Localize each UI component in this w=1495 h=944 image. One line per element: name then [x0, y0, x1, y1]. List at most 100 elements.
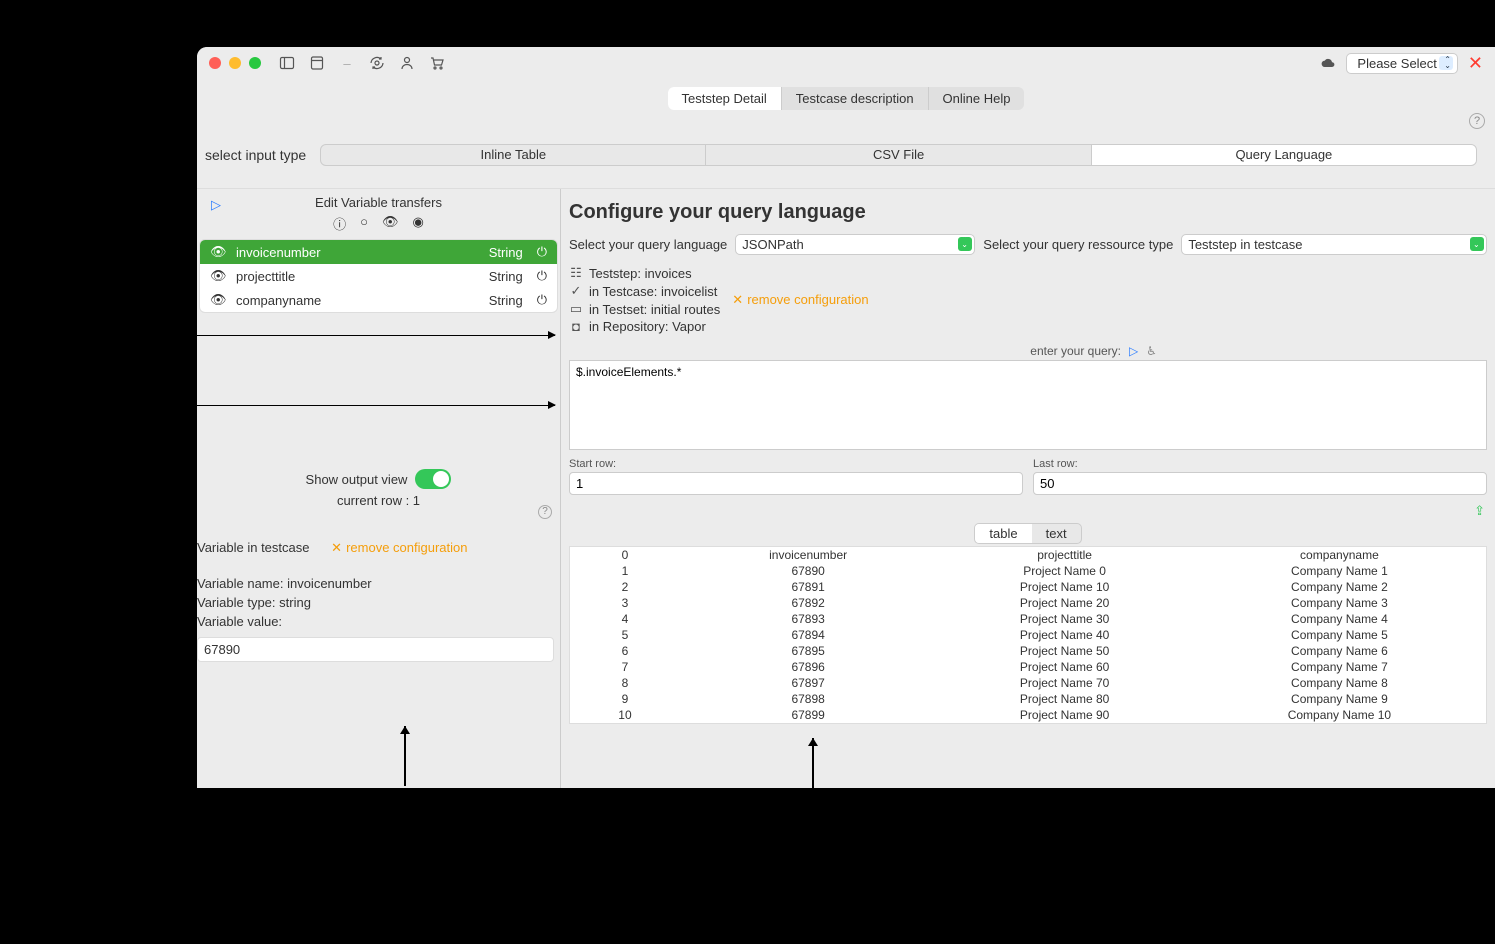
tab-online-help[interactable]: Online Help: [929, 87, 1025, 110]
table-cell: 67894: [680, 627, 936, 643]
table-cell: Company Name 7: [1193, 659, 1486, 675]
table-header: companyname: [1193, 547, 1486, 563]
main-split: ▷ Edit Variable transfers ⓘ ○ 👁 ◉ 👁 invo…: [197, 188, 1495, 788]
top-tabs: Teststep Detail Testcase description Onl…: [197, 79, 1495, 118]
annotation-arrow: [404, 726, 406, 786]
titlebar-select[interactable]: Please Select ⌃⌄: [1346, 53, 1458, 74]
table-cell: Company Name 6: [1193, 643, 1486, 659]
table-row[interactable]: 1067899Project Name 90Company Name 10: [570, 707, 1486, 723]
table-cell: Company Name 5: [1193, 627, 1486, 643]
variable-row-companyname[interactable]: 👁 companyname String ⏻: [200, 288, 557, 312]
table-cell: 67898: [680, 691, 936, 707]
help-icon[interactable]: ?: [538, 505, 552, 519]
input-type-segmented: Inline Table CSV File Query Language: [320, 144, 1477, 166]
query-language-select[interactable]: JSONPath: [735, 234, 975, 255]
sidebar-icon[interactable]: [279, 55, 295, 71]
table-row[interactable]: 467893Project Name 30Company Name 4: [570, 611, 1486, 627]
close-icon[interactable]: ✕: [1468, 53, 1483, 74]
remove-configuration-link[interactable]: ✕remove configuration: [732, 292, 868, 307]
variable-name: companyname: [236, 293, 479, 308]
variable-name-line: Variable name: invoicenumber: [197, 574, 554, 593]
table-cell: 67895: [680, 643, 936, 659]
context-testcase: in Testcase: invoicelist: [589, 284, 717, 299]
table-row[interactable]: 967898Project Name 80Company Name 9: [570, 691, 1486, 707]
remove-configuration-link[interactable]: ✕remove configuration: [331, 540, 467, 555]
table-row[interactable]: 767896Project Name 60Company Name 7: [570, 659, 1486, 675]
resource-type-value: Teststep in testcase: [1188, 237, 1302, 252]
tab-teststep-detail[interactable]: Teststep Detail: [668, 87, 782, 110]
circle-icon[interactable]: ○: [360, 214, 368, 233]
current-row-label: current row : 1: [337, 493, 420, 508]
table-cell: Company Name 9: [1193, 691, 1486, 707]
run-query-icon[interactable]: ▷: [1129, 344, 1138, 358]
sync-icon[interactable]: [369, 55, 385, 71]
play-icon[interactable]: ▷: [211, 197, 221, 213]
titlebar-select-label: Please Select: [1357, 56, 1437, 71]
table-cell: 67896: [680, 659, 936, 675]
table-cell: Company Name 1: [1193, 563, 1486, 579]
variable-name: invoicenumber: [236, 245, 479, 260]
export-icon[interactable]: ⇪: [569, 503, 1487, 519]
eye-icon[interactable]: 👁: [382, 214, 399, 233]
input-type-label: select input type: [205, 147, 312, 163]
table-cell: 67893: [680, 611, 936, 627]
start-row-input[interactable]: [569, 472, 1023, 495]
table-cell: Company Name 3: [1193, 595, 1486, 611]
zoom-button[interactable]: [249, 57, 261, 69]
accessibility-icon[interactable]: ♿︎: [1146, 344, 1157, 358]
variable-in-testcase-label: Variable in testcase: [197, 540, 310, 555]
table-cell: 8: [570, 675, 680, 691]
variable-row-projecttitle[interactable]: 👁 projecttitle String ⏻: [200, 264, 557, 288]
power-icon[interactable]: ⏻: [537, 292, 547, 308]
help-icon[interactable]: ?: [1469, 113, 1485, 129]
table-cell: Company Name 2: [1193, 579, 1486, 595]
power-icon[interactable]: ⏻: [537, 268, 547, 284]
variable-type: String: [489, 269, 523, 284]
variable-row-invoicenumber[interactable]: 👁 invoicenumber String ⏻: [200, 240, 557, 264]
tab-testcase-description[interactable]: Testcase description: [782, 87, 929, 110]
table-header: 0: [570, 547, 680, 563]
table-row[interactable]: 267891Project Name 10Company Name 2: [570, 579, 1486, 595]
query-textarea[interactable]: [569, 360, 1487, 450]
table-cell: Company Name 10: [1193, 707, 1486, 723]
table-row[interactable]: 367892Project Name 20Company Name 3: [570, 595, 1486, 611]
table-header-row: 0 invoicenumber projecttitle companyname: [570, 547, 1486, 563]
table-cell: 9: [570, 691, 680, 707]
input-type-row: select input type Inline Table CSV File …: [197, 140, 1495, 170]
minimize-button[interactable]: [229, 57, 241, 69]
power-icon[interactable]: ⏻: [537, 244, 547, 260]
table-row[interactable]: 667895Project Name 50Company Name 6: [570, 643, 1486, 659]
table-cell: Project Name 40: [936, 627, 1192, 643]
cloud-icon[interactable]: [1320, 55, 1336, 71]
show-output-toggle[interactable]: [415, 469, 451, 489]
start-row-label: Start row:: [569, 458, 1023, 470]
table-row[interactable]: 567894Project Name 40Company Name 5: [570, 627, 1486, 643]
table-row[interactable]: 167890Project Name 0Company Name 1: [570, 563, 1486, 579]
query-language-option[interactable]: Query Language: [1092, 145, 1476, 165]
query-language-value: JSONPath: [742, 237, 803, 252]
close-button[interactable]: [209, 57, 221, 69]
edit-header-label: Edit Variable transfers: [315, 195, 442, 210]
annotation-arrow: [812, 738, 814, 788]
panel-icon[interactable]: [309, 55, 325, 71]
table-cell: 3: [570, 595, 680, 611]
target-icon[interactable]: ◉: [413, 214, 424, 233]
table-row[interactable]: 867897Project Name 70Company Name 8: [570, 675, 1486, 691]
user-icon[interactable]: [399, 55, 415, 71]
variable-value-input[interactable]: 67890: [197, 637, 554, 662]
shield-icon: ✓: [569, 283, 583, 299]
csv-file-option[interactable]: CSV File: [706, 145, 1091, 165]
dash-icon[interactable]: –: [339, 55, 355, 71]
table-cell: 6: [570, 643, 680, 659]
table-header: projecttitle: [936, 547, 1192, 563]
view-text[interactable]: text: [1032, 524, 1081, 543]
resource-type-select[interactable]: Teststep in testcase: [1181, 234, 1487, 255]
cart-icon[interactable]: [429, 55, 445, 71]
window-controls: [209, 57, 261, 69]
inline-table-option[interactable]: Inline Table: [321, 145, 706, 165]
view-table[interactable]: table: [975, 524, 1031, 543]
eye-icon: 👁: [210, 244, 226, 260]
info-icon[interactable]: ⓘ: [333, 214, 346, 233]
resource-type-label: Select your query ressource type: [983, 237, 1173, 252]
last-row-input[interactable]: [1033, 472, 1487, 495]
